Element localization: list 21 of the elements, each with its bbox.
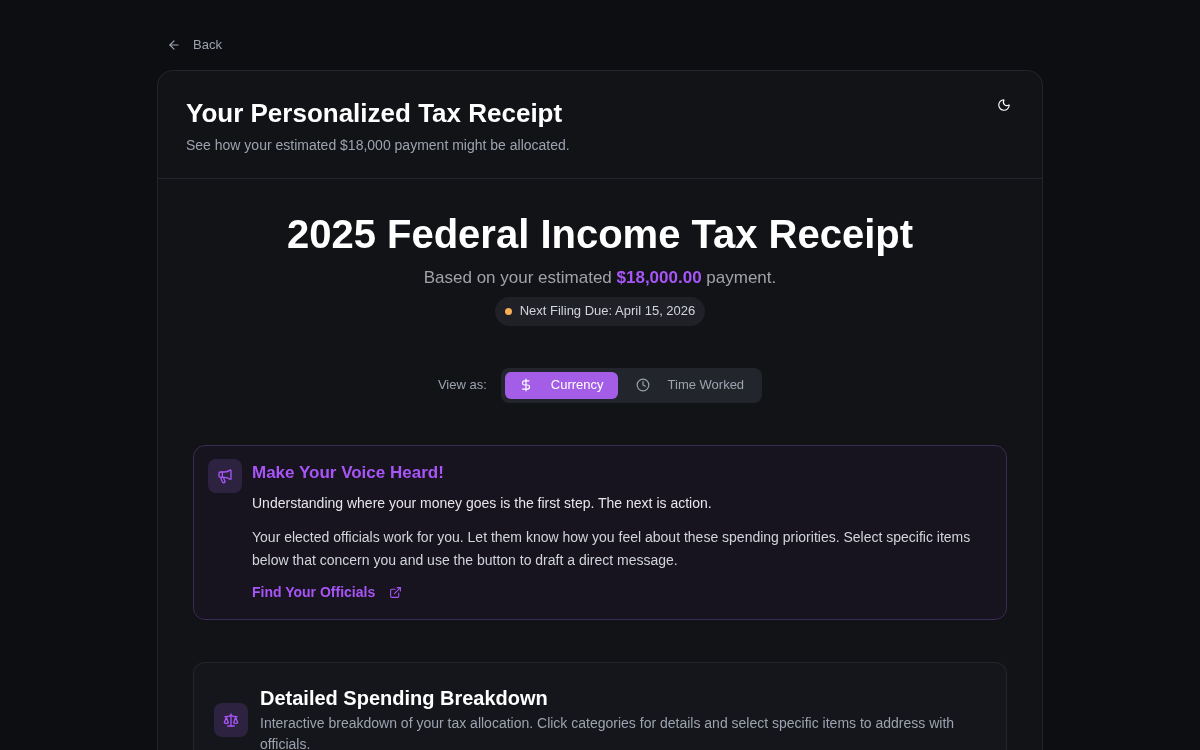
page-subtitle: See how your estimated $18,000 payment might be allocated. [186,136,570,155]
scales-icon [214,702,248,737]
voice-body: Your elected officials work for you. Let them know how you feel about these spending priorities. Select specific items below that concern you and use the button to draft a direct message. [252,527,972,570]
view-option-tab[interactable]: Currency [504,371,618,399]
external-link-icon [389,585,403,599]
back-button[interactable]: Back [167,34,222,56]
breakdown-description: Interactive breakdown of your tax allocation. Click categories for details and select specific items to address with officials. [260,713,956,750]
view-as-label: View as: [437,376,487,395]
view-option-tab[interactable]: Time Worked [621,371,759,399]
clock-icon [635,378,650,392]
find-officials-link[interactable]: Find Your Officials [252,581,403,603]
back-arrow-icon [167,38,181,52]
moon-icon [997,98,1011,112]
due-date-label: Next Filing Due: April 15, 2026 [519,302,696,321]
receipt-title: 2025 Federal Income Tax Receipt [286,211,914,258]
voice-lead: Understanding where your money goes is the first step. The next is action. [252,493,713,513]
voice-title: Make Your Voice Heard! [252,461,445,484]
page-title: Your Personalized Tax Receipt [186,97,564,129]
receipt-subtitle: Based on your estimated $18,000.00 payment. [423,267,777,289]
megaphone-icon [208,458,242,493]
breakdown-title: Detailed Spending Breakdown [260,685,549,711]
